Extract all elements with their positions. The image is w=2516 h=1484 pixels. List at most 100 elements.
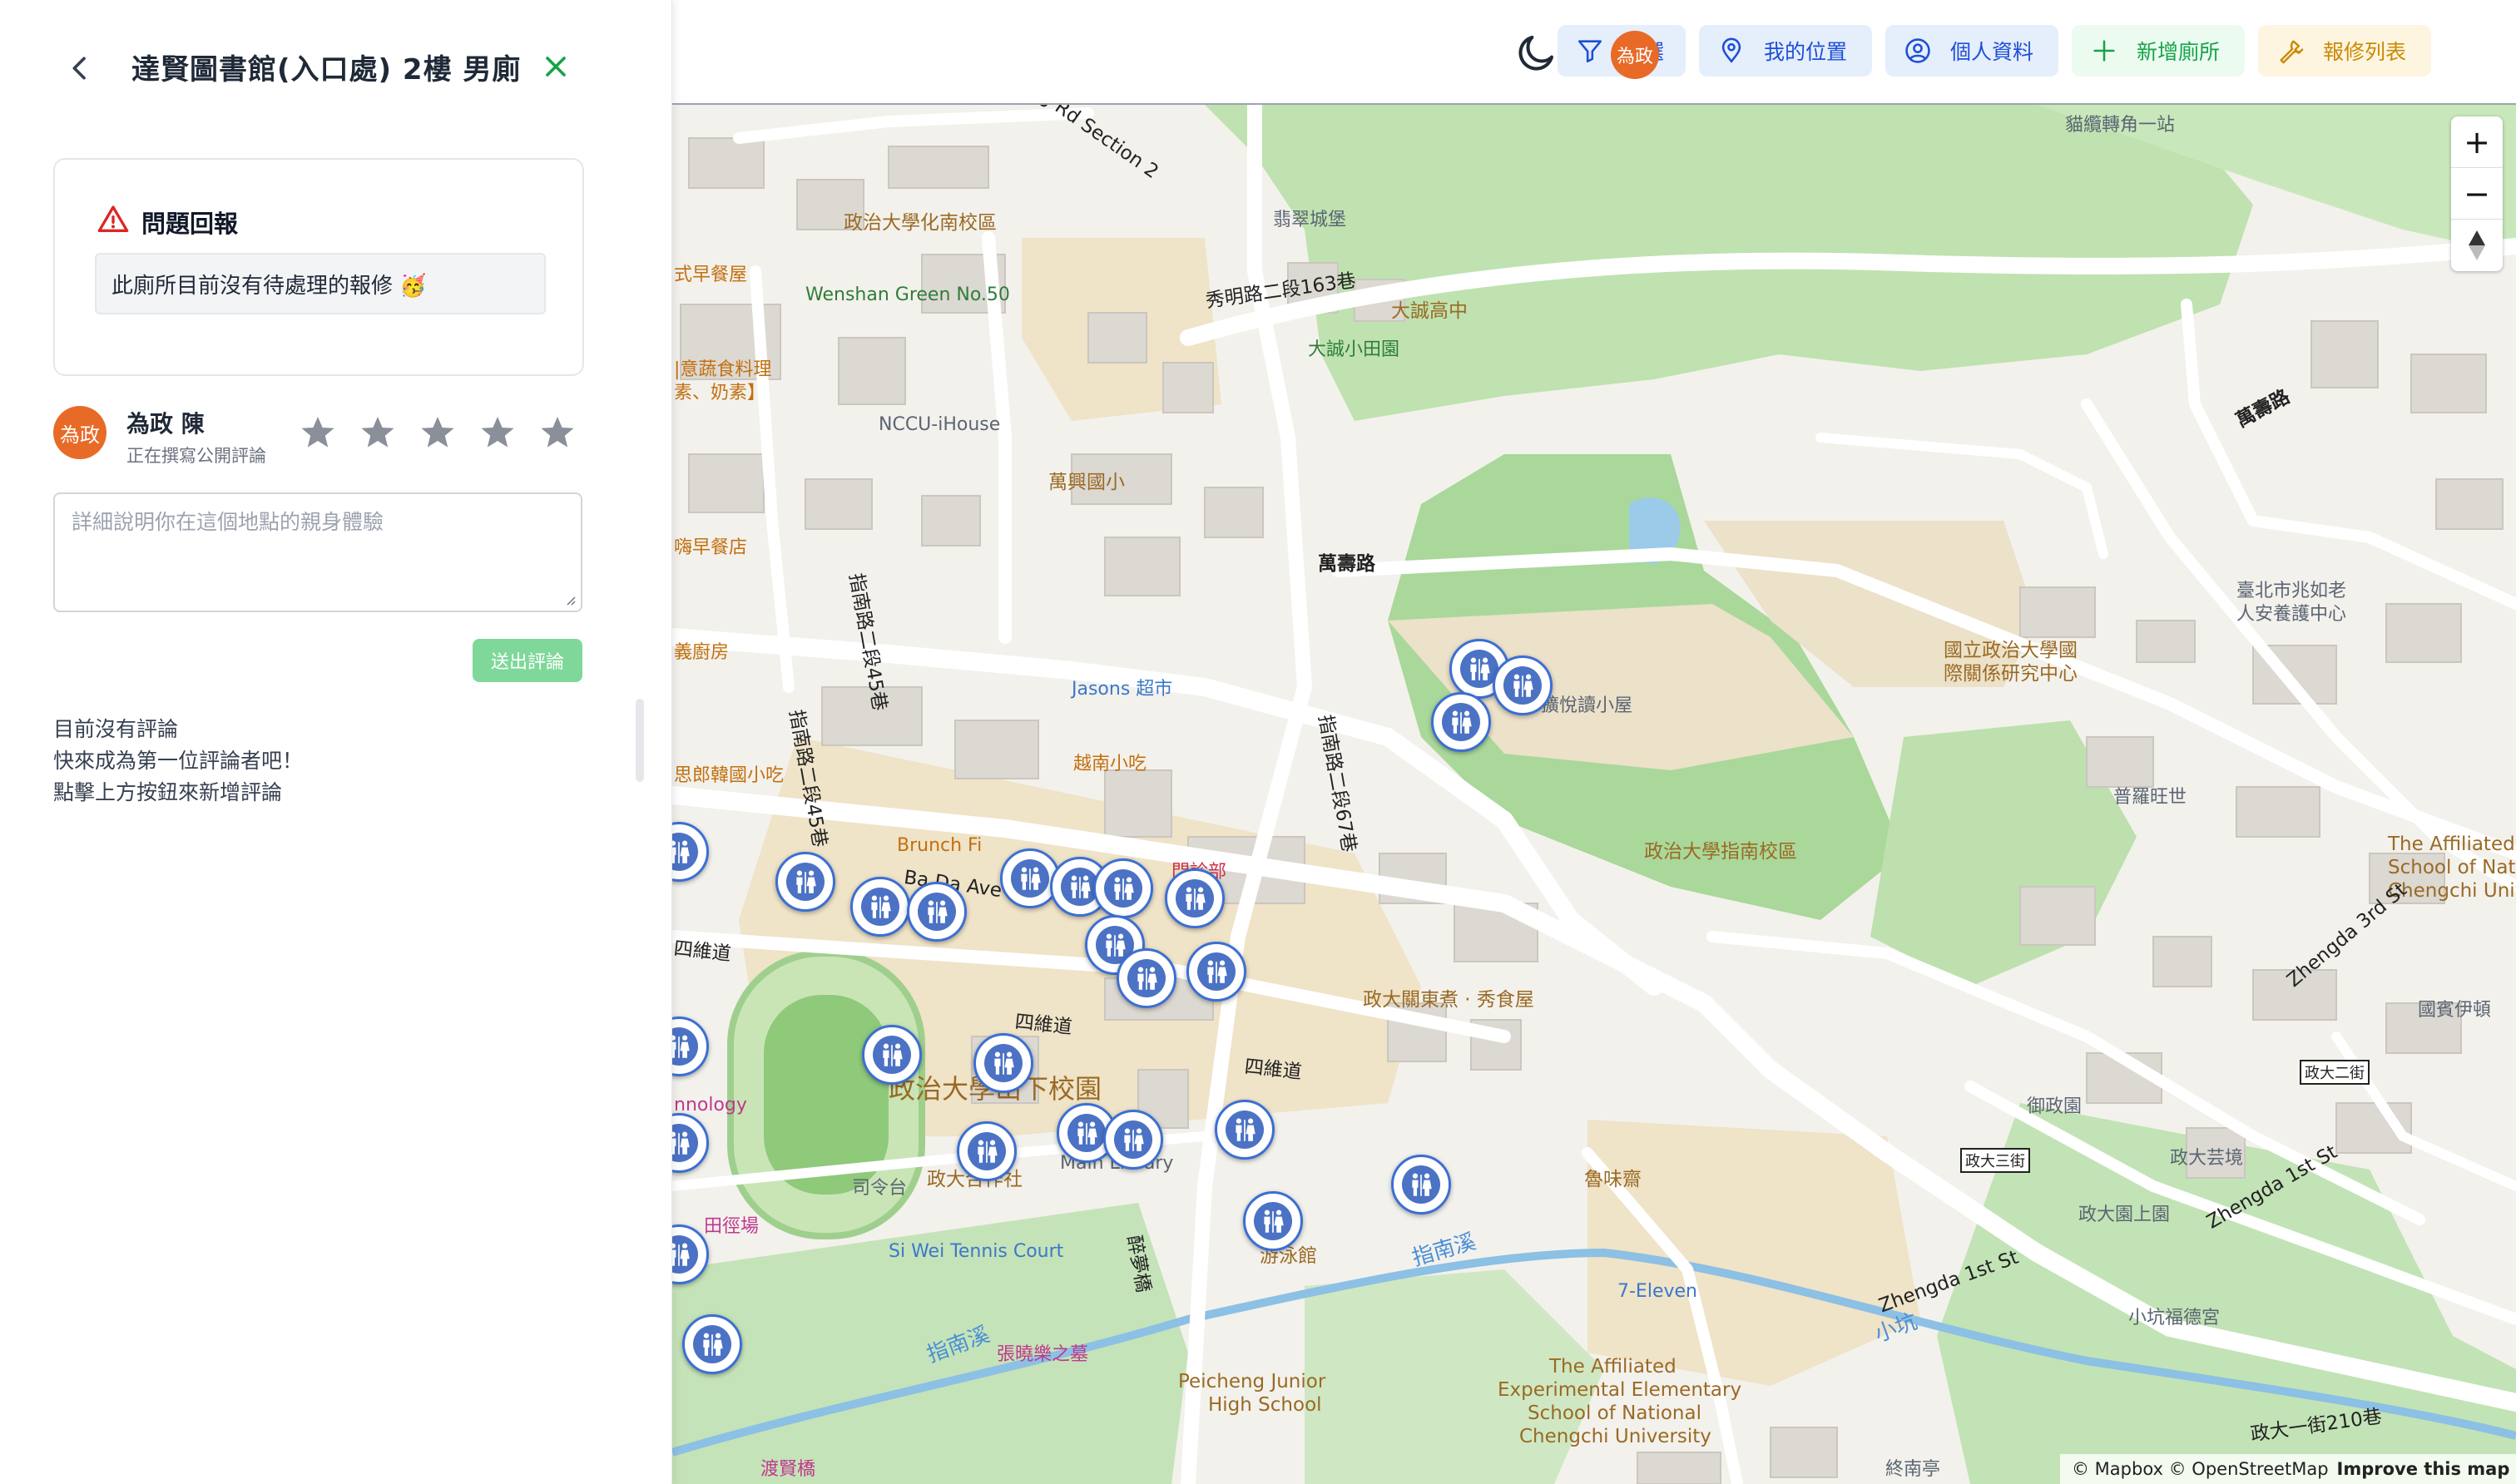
map-label: 際關係研究中心 (1944, 663, 2078, 685)
map-label: 政大關東煮 · 秀食屋 (1363, 989, 1534, 1011)
review-textarea[interactable]: 詳細說明你在這個地點的親身體驗 (53, 492, 582, 612)
map-attribution: © Mapbox © OpenStreetMap Improve this ma… (2060, 1454, 2516, 1484)
map-label: School of Natio (2388, 857, 2516, 878)
reviewer-status: 正在撰寫公開評論 (126, 446, 266, 466)
map-label: Brunch Fi (897, 835, 983, 856)
restroom-marker[interactable] (1391, 1155, 1451, 1214)
compass-button[interactable] (2451, 220, 2503, 271)
restroom-icon (672, 1131, 690, 1155)
top-toolbar: 篩選 我的位置 個人資料 新增廁所 報修列表 為政 (672, 0, 2516, 105)
zoom-in-button[interactable]: + (2451, 116, 2503, 168)
review-placeholder: 詳細說明你在這個地點的親身體驗 (72, 510, 384, 534)
restroom-marker[interactable] (1186, 942, 1246, 1002)
restroom-icon (1236, 1118, 1256, 1141)
empty-line: 點擊上方按鈕來新增評論 (53, 780, 283, 804)
map-label: 國賓伊頓 (2418, 1000, 2492, 1021)
restroom-marker[interactable] (1165, 868, 1225, 928)
empty-line: 快來成為第一位評論者吧！ (53, 749, 304, 773)
restroom-marker[interactable] (907, 882, 967, 942)
panel-title: 達賢圖書館(入口處) 2樓 男廁 (131, 53, 522, 87)
star-icon[interactable] (478, 413, 518, 453)
reviewer-name: 為政 陳 (126, 410, 205, 438)
star-rating (298, 413, 577, 453)
zoom-out-button[interactable]: − (2451, 168, 2503, 220)
restroom-marker[interactable] (1243, 1191, 1303, 1251)
restroom-icon (1186, 887, 1206, 910)
star-icon[interactable] (537, 413, 577, 453)
map-label: 政大園上園 (2078, 1205, 2171, 1225)
map-canvas[interactable]: ming Rd Section 2 政治大學化南校區 翡翠城堡 貓纜轉角一站 式… (672, 105, 2516, 1484)
map-label: 式早餐屋 (674, 265, 748, 285)
restroom-icon (1077, 1121, 1097, 1145)
repair-list-button[interactable]: 報修列表 (2258, 25, 2431, 77)
star-icon[interactable] (298, 413, 338, 453)
restroom-icon (1264, 1209, 1284, 1233)
repair-list-label: 報修列表 (2323, 40, 2407, 64)
map-label: NCCU-iHouse (879, 414, 1001, 435)
restroom-icon (1412, 1173, 1432, 1196)
map-label: Peicheng Junior (1178, 1371, 1326, 1392)
map-label: 政治大學化南校區 (844, 212, 997, 234)
avatar[interactable]: 為政 (1611, 31, 1659, 79)
restroom-marker[interactable] (775, 852, 835, 912)
profile-label: 個人資料 (1950, 40, 2034, 64)
map-label: 政大三街 (1960, 1148, 2030, 1173)
profile-button[interactable]: 個人資料 (1885, 25, 2058, 77)
restroom-marker[interactable] (957, 1121, 1017, 1181)
add-toilet-button[interactable]: 新增廁所 (2072, 25, 2245, 77)
resize-handle-icon[interactable] (564, 594, 576, 606)
map-label: 御政園 (2027, 1096, 2083, 1117)
restroom-icon (928, 900, 948, 923)
restroom-marker[interactable] (1093, 858, 1153, 918)
empty-reviews-note: 目前沒有評論 快來成為第一位評論者吧！ 點擊上方按鈕來新增評論 (53, 714, 303, 809)
star-icon[interactable] (358, 413, 398, 453)
restroom-marker[interactable] (1215, 1100, 1275, 1160)
report-card: 問題回報 此廁所目前沒有待處理的報修 🥳 (53, 158, 584, 376)
map-label: Wenshan Green No.50 (805, 284, 1010, 305)
location-pin-icon (1721, 37, 1741, 63)
map-label: 普羅旺世 (2113, 787, 2187, 808)
toilet-detail-panel: 達賢圖書館(入口處) 2樓 男廁 問題回報 此廁所目前沒有待處理的報修 🥳 為政… (0, 0, 672, 1484)
improve-map-link[interactable]: Improve this map (2337, 1459, 2510, 1479)
map-label: 小坑福德宮 (2128, 1308, 2221, 1328)
restroom-marker[interactable] (682, 1314, 742, 1374)
map-label: School of National (1528, 1402, 1701, 1424)
moon-icon[interactable] (1514, 30, 1559, 75)
avatar: 為政 (53, 406, 106, 459)
restroom-icon (672, 840, 690, 863)
star-icon[interactable] (418, 413, 458, 453)
map-label: 大誠小田園 (1308, 339, 1400, 360)
user-circle-icon (1905, 38, 1930, 63)
restroom-marker[interactable] (850, 877, 910, 937)
report-message: 此廁所目前沒有待處理的報修 🥳 (95, 253, 546, 314)
restroom-marker[interactable] (973, 1033, 1033, 1093)
submit-review-button[interactable]: 送出評論 (473, 639, 582, 682)
panel-scrollbar[interactable] (636, 699, 644, 782)
restroom-marker[interactable] (1431, 692, 1491, 752)
restroom-icon (978, 1140, 998, 1163)
map-label: Chengchi University (1519, 1426, 1711, 1447)
map-label: 7-Eleven (1617, 1281, 1697, 1302)
map-label: 擴悅讀小屋 (1541, 695, 1633, 716)
restroom-icon (871, 895, 891, 918)
map-label: The Affiliated H (2388, 834, 2516, 855)
restroom-marker[interactable] (862, 1025, 922, 1085)
map-label: 渡賢橋 (760, 1459, 816, 1480)
attribution-text: © Mapbox © OpenStreetMap (2072, 1459, 2329, 1479)
restroom-icon (1452, 710, 1472, 734)
map-label: 政治大學指南校區 (1644, 841, 1797, 863)
restroom-icon (1071, 875, 1091, 898)
my-location-button[interactable]: 我的位置 (1699, 25, 1872, 77)
map-label: 思郎韓國小吃 (674, 765, 785, 786)
restroom-marker[interactable] (1103, 1110, 1163, 1170)
map-label: The Affiliated (1549, 1356, 1677, 1378)
restroom-marker[interactable] (1493, 655, 1553, 715)
chevron-left-icon[interactable] (63, 52, 97, 85)
map-label: Si Wei Tennis Court (889, 1241, 1064, 1262)
restroom-icon (1106, 933, 1126, 957)
close-icon[interactable] (539, 50, 572, 83)
restroom-icon (796, 870, 816, 893)
map-label: 義廚房 (674, 642, 730, 663)
map-label: 四維道 (1013, 1011, 1073, 1039)
restroom-icon (1513, 674, 1533, 697)
